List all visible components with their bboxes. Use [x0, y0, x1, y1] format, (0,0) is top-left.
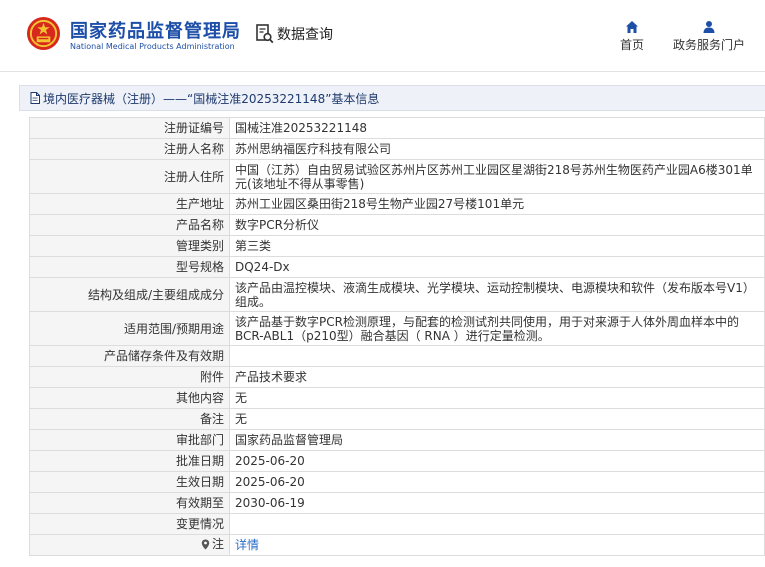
table-row: 注册人住所 中国（江苏）自由贸易试验区苏州片区苏州工业园区星湖街218号苏州生物…	[29, 159, 765, 194]
row-value: 产品技术要求	[229, 366, 765, 388]
row-value: 中国（江苏）自由贸易试验区苏州片区苏州工业园区星湖街218号苏州生物医药产业园A…	[229, 159, 765, 194]
row-label: 变更情况	[29, 513, 230, 535]
nav-service-portal-label: 政务服务门户	[672, 38, 745, 52]
table-row: 有效期至 2030-06-19	[29, 492, 765, 514]
document-icon	[30, 92, 40, 104]
table-row: 生产地址 苏州工业园区桑田街218号生物产业园27号楼101单元	[29, 193, 765, 215]
row-label: 管理类别	[29, 235, 230, 257]
row-value: 第三类	[229, 235, 765, 257]
location-pin-icon	[201, 539, 210, 550]
user-icon	[703, 21, 715, 33]
table-row: 其他内容 无	[29, 387, 765, 409]
breadcrumb: 境内医疗器械（注册）——“国械注准20253221148”基本信息	[19, 85, 765, 111]
breadcrumb-text: 境内医疗器械（注册）——“国械注准20253221148”基本信息	[43, 91, 380, 106]
row-label: 适用范围/预期用途	[29, 311, 230, 346]
site-title[interactable]: 国家药品监督管理局	[70, 17, 241, 43]
row-label: 结构及组成/主要组成成分	[29, 277, 230, 312]
table-row: 产品名称 数字PCR分析仪	[29, 214, 765, 236]
table-row: 注册人名称 苏州思纳福医疗科技有限公司	[29, 138, 765, 160]
row-label: 审批部门	[29, 429, 230, 451]
table-row: 生效日期 2025-06-20	[29, 471, 765, 493]
nav-service-portal[interactable]: 政务服务门户	[668, 20, 750, 53]
table-row: 注 详情	[29, 534, 765, 556]
row-label: 产品储存条件及有效期	[29, 345, 230, 367]
row-label: 附件	[29, 366, 230, 388]
national-emblem-icon	[26, 16, 61, 51]
details-link[interactable]: 详情	[235, 538, 259, 552]
table-row: 附件 产品技术要求	[29, 366, 765, 388]
table-row: 管理类别 第三类	[29, 235, 765, 257]
nav-home-label: 首页	[619, 38, 644, 52]
row-value: 国家药品监督管理局	[229, 429, 765, 451]
row-value: 2030-06-19	[229, 492, 765, 514]
table-row: 适用范围/预期用途 该产品基于数字PCR检测原理，与配套的检测试剂共同使用，用于…	[29, 311, 765, 346]
home-icon	[626, 21, 638, 33]
table-row: 型号规格 DQ24-Dx	[29, 256, 765, 278]
row-label: 生产地址	[29, 193, 230, 215]
row-label: 型号规格	[29, 256, 230, 278]
row-label: 其他内容	[29, 387, 230, 409]
document-search-icon	[256, 24, 274, 44]
data-query-label: 数据查询	[277, 27, 333, 43]
table-row: 备注 无	[29, 408, 765, 430]
row-label-note: 注	[29, 534, 230, 556]
row-value: 苏州思纳福医疗科技有限公司	[229, 138, 765, 160]
row-value: 该产品基于数字PCR检测原理，与配套的检测试剂共同使用，用于对来源于人体外周血样…	[229, 311, 765, 346]
row-value	[229, 513, 765, 535]
row-value: 该产品由温控模块、液滴生成模块、光学模块、运动控制模块、电源模块和软件（发布版本…	[229, 277, 765, 312]
row-value: 国械注准20253221148	[229, 117, 765, 139]
row-value: 无	[229, 387, 765, 409]
table-row: 批准日期 2025-06-20	[29, 450, 765, 472]
row-value	[229, 345, 765, 367]
row-value: 2025-06-20	[229, 450, 765, 472]
row-value: DQ24-Dx	[229, 256, 765, 278]
row-value: 2025-06-20	[229, 471, 765, 493]
site-header: 国家药品监督管理局 National Medical Products Admi…	[0, 0, 765, 72]
nav-home[interactable]: 首页	[614, 20, 650, 53]
site-subtitle: National Medical Products Administration	[70, 42, 235, 51]
row-value: 无	[229, 408, 765, 430]
row-label: 备注	[29, 408, 230, 430]
table-row: 结构及组成/主要组成成分 该产品由温控模块、液滴生成模块、光学模块、运动控制模块…	[29, 277, 765, 312]
row-value: 苏州工业园区桑田街218号生物产业园27号楼101单元	[229, 193, 765, 215]
row-label: 生效日期	[29, 471, 230, 493]
device-info-table: 注册证编号 国械注准20253221148 注册人名称 苏州思纳福医疗科技有限公…	[29, 117, 765, 556]
table-row: 审批部门 国家药品监督管理局	[29, 429, 765, 451]
row-label: 有效期至	[29, 492, 230, 514]
row-value: 数字PCR分析仪	[229, 214, 765, 236]
table-row: 变更情况	[29, 513, 765, 535]
row-value: 详情	[229, 534, 765, 556]
note-label: 注	[211, 537, 224, 552]
row-label: 批准日期	[29, 450, 230, 472]
row-label: 注册人住所	[29, 159, 230, 194]
table-row: 产品储存条件及有效期	[29, 345, 765, 367]
data-query-link[interactable]: 数据查询	[256, 24, 333, 44]
row-label: 注册人名称	[29, 138, 230, 160]
row-label: 产品名称	[29, 214, 230, 236]
table-row: 注册证编号 国械注准20253221148	[29, 117, 765, 139]
row-label: 注册证编号	[29, 117, 230, 139]
